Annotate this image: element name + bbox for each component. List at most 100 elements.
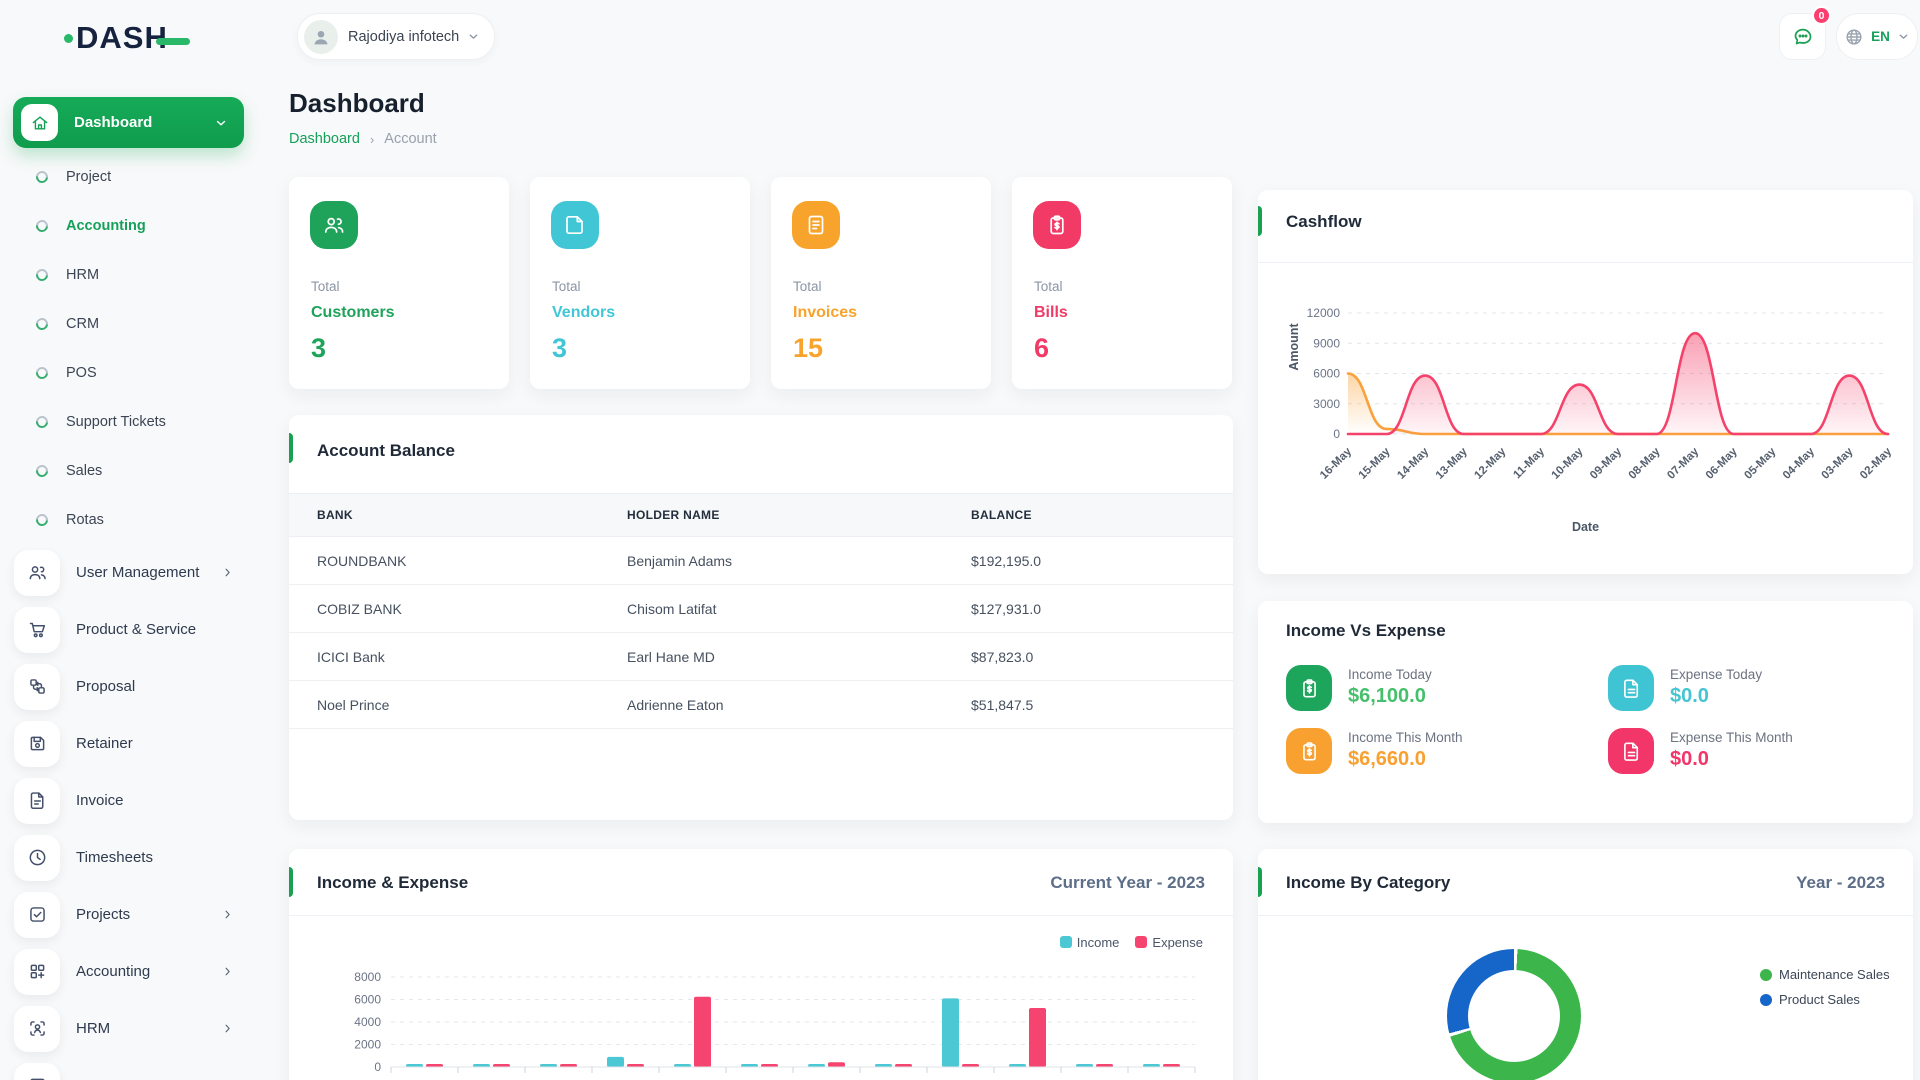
table-row: ICICI Bank Earl Hane MD $87,823.0 [289, 633, 1233, 681]
sidebar-item-hrm[interactable]: HRM [0, 250, 260, 299]
chevron-down-icon [467, 30, 480, 43]
bullet-icon [34, 217, 51, 234]
svg-text:0: 0 [1333, 427, 1340, 441]
sidebar-item-invoice[interactable]: Invoice [0, 772, 260, 829]
stat-value: 3 [311, 333, 326, 364]
save-icon [14, 721, 60, 767]
cell-holder: Earl Hane MD [626, 633, 970, 681]
sidebar-item-pos[interactable]: POS [0, 348, 260, 397]
svg-text:6000: 6000 [1313, 367, 1340, 381]
cell-bank: COBIZ BANK [289, 585, 626, 633]
check-square-icon [14, 892, 60, 938]
sidebar-item-label: CRM [66, 316, 99, 332]
cashflow-card: Cashflow Amount 12000900060003000016-May… [1258, 190, 1913, 574]
sidebar-item-proposal[interactable]: Proposal [0, 658, 260, 715]
avatar [304, 20, 338, 54]
home-icon [21, 104, 58, 141]
cell-balance: $87,823.0 [970, 633, 1233, 681]
sidebar-item-user-management[interactable]: User Management [0, 544, 260, 601]
breadcrumb-separator: › [370, 132, 374, 147]
stat-caption: Total [1034, 279, 1063, 294]
column-header-balance: BALANCE [970, 494, 1233, 537]
chevron-right-icon [221, 566, 234, 579]
sidebar-item-product-service[interactable]: Product & Service [0, 601, 260, 658]
sidebar-item-label: Retainer [76, 735, 260, 752]
metric-value: $6,660.0 [1348, 748, 1463, 771]
table-row: COBIZ BANK Chisom Latifat $127,931.0 [289, 585, 1233, 633]
sidebar-item-hrm[interactable]: HRM [0, 1000, 260, 1057]
divider [1258, 915, 1913, 916]
language-code: EN [1871, 29, 1890, 44]
card-accent [289, 433, 293, 463]
svg-text:03-May: 03-May [1819, 445, 1855, 481]
svg-text:05-May: 05-May [1742, 445, 1778, 481]
clipboard-dollar-icon [1286, 665, 1332, 711]
metric-label: Income Today [1348, 667, 1432, 682]
legend-swatch [1135, 936, 1147, 948]
table-row: ROUNDBANK Benjamin Adams $192,195.0 [289, 537, 1233, 585]
sidebar-subnav: Project Accounting HRM CRM POS Support T… [0, 152, 260, 544]
svg-text:04-May: 04-May [1781, 445, 1817, 481]
sidebar-item-label: Invoice [76, 792, 260, 809]
sidebar-item-projects[interactable]: Projects [0, 886, 260, 943]
svg-text:13-May: 13-May [1434, 445, 1470, 481]
sidebar-item-label: Timesheets [76, 849, 260, 866]
sidebar-item-retainer[interactable]: Retainer [0, 715, 260, 772]
legend-swatch [1760, 969, 1772, 981]
stat-caption: Total [552, 279, 581, 294]
metric-income-today: Income Today $6,100.0 [1286, 665, 1432, 711]
sidebar-item-project[interactable]: Project [0, 152, 260, 201]
language-selector[interactable]: EN [1836, 13, 1918, 60]
chevron-right-icon [221, 965, 234, 978]
sidebar-item-label: User Management [76, 564, 221, 581]
user-menu[interactable]: Rajodiya infotech [297, 13, 495, 60]
sidebar-item-timesheets[interactable]: Timesheets [0, 829, 260, 886]
sidebar-item-label: HRM [66, 267, 99, 283]
chevron-down-icon [214, 116, 228, 130]
table-header-row: BANK HOLDER NAME BALANCE [289, 494, 1233, 537]
stat-label: Invoices [793, 304, 857, 322]
doc-icon [1608, 665, 1654, 711]
svg-text:0: 0 [374, 1060, 381, 1074]
person-frame-icon [14, 1006, 60, 1052]
sidebar-item-sales[interactable]: Sales [0, 446, 260, 495]
metric-value: $6,100.0 [1348, 685, 1432, 708]
sidebar-item-crm[interactable]: CRM [0, 299, 260, 348]
sidebar-item-rotas[interactable]: Rotas [0, 495, 260, 544]
account-balance-title: Account Balance [317, 441, 455, 461]
income-vs-expense-card: Income Vs Expense Income Today $6,100.0 … [1258, 601, 1913, 823]
legend-label: Product Sales [1779, 992, 1860, 1007]
sidebar-item-accounting[interactable]: Accounting [0, 201, 260, 250]
sidebar-item-dashboard[interactable]: Dashboard [13, 97, 244, 148]
users-icon [14, 550, 60, 596]
sidebar-item-accounting[interactable]: Accounting [0, 943, 260, 1000]
stat-card-invoices: Total Invoices 15 [771, 177, 991, 389]
app-logo: DASH [64, 20, 190, 56]
cell-holder: Chisom Latifat [626, 585, 970, 633]
svg-text:8000: 8000 [354, 970, 381, 984]
legend-item-product-sales: Product Sales [1760, 992, 1890, 1007]
metric-expense-today: Expense Today $0.0 [1608, 665, 1762, 711]
stat-label: Customers [311, 304, 395, 322]
income-expense-card: Income & Expense Current Year - 2023 Inc… [289, 849, 1233, 1080]
card-user-icon [14, 1063, 60, 1080]
stat-card-customers: Total Customers 3 [289, 177, 509, 389]
page-title: Dashboard [289, 88, 425, 119]
svg-text:16-May: 16-May [1318, 445, 1354, 481]
bullet-icon [34, 511, 51, 528]
stat-card-vendors: Total Vendors 3 [530, 177, 750, 389]
logo-text: DASH [76, 20, 168, 56]
messages-button[interactable]: 0 [1779, 13, 1826, 60]
bar-income [942, 998, 959, 1067]
sidebar-item-support-tickets[interactable]: Support Tickets [0, 397, 260, 446]
cell-bank: Noel Prince [289, 681, 626, 729]
account-balance-table: BANK HOLDER NAME BALANCE ROUNDBANK Benja… [289, 493, 1233, 729]
logo-dash [156, 38, 190, 45]
breadcrumb-home[interactable]: Dashboard [289, 131, 360, 147]
chevron-right-icon [221, 908, 234, 921]
sidebar-item-crm[interactable]: CRM [0, 1057, 260, 1080]
svg-text:10-May: 10-May [1549, 445, 1585, 481]
svg-text:12-May: 12-May [1472, 445, 1508, 481]
column-header-bank: BANK [289, 494, 626, 537]
legend-swatch [1760, 994, 1772, 1006]
